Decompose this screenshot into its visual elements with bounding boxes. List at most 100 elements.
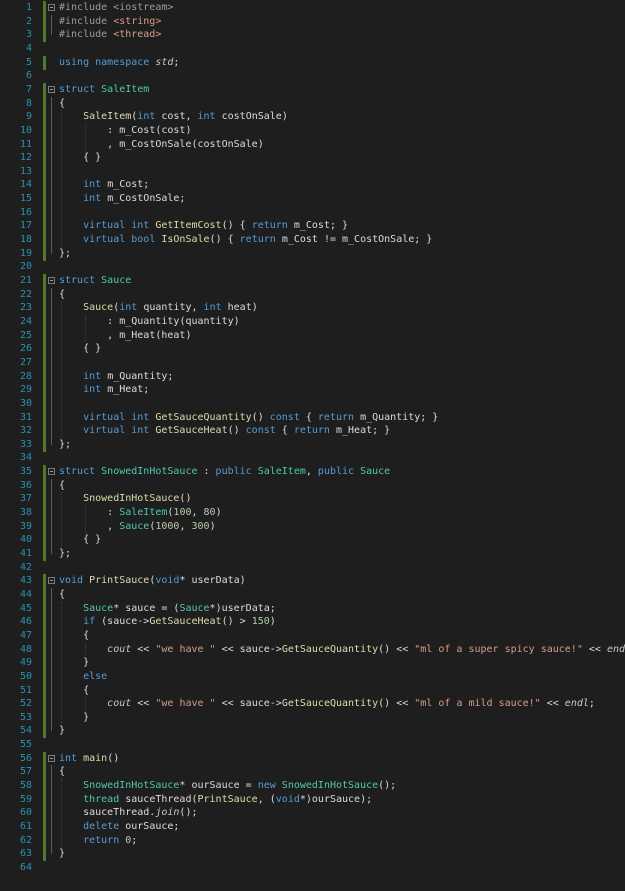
code-token: { <box>281 425 294 437</box>
code-line[interactable]: 18 virtual bool IsOnSale() { return m_Co… <box>0 233 625 248</box>
code-line[interactable]: 45 Sauce* sauce = (Sauce*)userData; <box>0 601 625 616</box>
code-line[interactable]: 27 <box>0 355 625 370</box>
code-line[interactable]: 38 : SaleItem(100, 80) <box>0 506 625 521</box>
code-line[interactable]: 31 virtual int GetSauceQuantity() const … <box>0 410 625 425</box>
code-line[interactable]: 8{ <box>0 96 625 111</box>
code-line[interactable]: 53 } <box>0 710 625 725</box>
code-line[interactable]: 57 { <box>0 765 625 780</box>
code-token: GetSauceHeat <box>149 616 222 628</box>
code-line[interactable]: 11 , m_CostOnSale(costOnSale) <box>0 137 625 152</box>
code-line[interactable]: 34 <box>0 451 625 465</box>
indent-guide <box>61 110 62 247</box>
code-token: : <box>59 507 120 519</box>
line-number: 9 <box>25 111 32 123</box>
code-line[interactable]: 28 int m_Quantity; <box>0 369 625 384</box>
change-marker <box>43 369 46 384</box>
change-marker <box>43 192 46 207</box>
collapse-toggle-icon[interactable] <box>48 4 55 11</box>
code-line[interactable]: 41}; <box>0 547 625 561</box>
code-line[interactable]: 15 int m_CostOnSale; <box>0 192 625 207</box>
code-line[interactable]: 4 <box>0 42 625 56</box>
code-line[interactable]: 17 virtual int GetItemCost() { return m_… <box>0 219 625 234</box>
code-line[interactable]: 54} <box>0 724 625 739</box>
code-line[interactable]: 5 using namespace std; <box>0 55 625 70</box>
code-line[interactable]: 30 <box>0 396 625 411</box>
code-line[interactable]: 50 else <box>0 669 625 684</box>
fold-guide <box>51 233 52 248</box>
code-line[interactable]: 47 { <box>0 628 625 643</box>
code-line[interactable]: 62 return 0; <box>0 833 625 848</box>
code-line[interactable]: 56 int main() <box>0 751 625 766</box>
code-token: Sauce <box>119 520 150 532</box>
code-line[interactable]: 20 <box>0 260 625 274</box>
code-line[interactable]: 7 struct SaleItem <box>0 82 625 97</box>
line-number: 60 <box>19 807 32 819</box>
code-token: "we have " <box>155 643 216 655</box>
code-token: << sauce-> <box>215 698 282 710</box>
fold-guide <box>51 642 52 657</box>
change-marker <box>43 82 46 97</box>
code-line[interactable]: 32 virtual int GetSauceHeat() const { re… <box>0 424 625 439</box>
code-line[interactable]: 44 { <box>0 587 625 602</box>
code-line[interactable]: 16 <box>0 205 625 220</box>
code-line[interactable]: 3 #include <thread> <box>0 28 625 43</box>
code-line[interactable]: 6 <box>0 69 625 83</box>
code-line[interactable]: 43 void PrintSauce(void* userData) <box>0 574 625 589</box>
code-line[interactable]: 22 { <box>0 287 625 302</box>
code-line[interactable]: 14 int m_Cost; <box>0 178 625 193</box>
code-editor[interactable]: 1 #include <iostream> 2 #include <string> 3 #… <box>0 0 625 891</box>
collapse-toggle-icon[interactable] <box>48 468 55 476</box>
code-line[interactable]: 46 if (sauce->GetSauceHeat() > 150) <box>0 615 625 630</box>
code-line[interactable]: 39 , Sauce(1000, 300) <box>0 519 625 534</box>
code-line[interactable]: 42 <box>0 561 625 575</box>
fold-guide <box>51 765 52 780</box>
code-line[interactable]: 35 struct SnowedInHotSauce : public SaleI… <box>0 465 625 480</box>
code-line[interactable]: 26 { } <box>0 342 625 357</box>
code-line[interactable]: 40 { } <box>0 533 625 548</box>
code-line[interactable]: 29 int m_Heat; <box>0 383 625 398</box>
code-line[interactable]: 60 sauceThread.join(); <box>0 806 625 821</box>
code-line[interactable]: 21 struct Sauce <box>0 274 625 288</box>
code-text: struct Sauce <box>59 274 131 288</box>
code-token: public <box>215 466 258 478</box>
change-marker <box>43 1 46 15</box>
code-line[interactable]: 25 , m_Heat(heat) <box>0 328 625 343</box>
code-line[interactable]: 51 { <box>0 683 625 698</box>
code-line[interactable]: 23 Sauce(int quantity, int heat) <box>0 301 625 316</box>
collapse-toggle-icon[interactable] <box>48 85 55 93</box>
collapse-toggle-icon[interactable] <box>48 577 55 585</box>
code-line[interactable]: 63} <box>0 847 625 862</box>
code-line[interactable]: 58 SnowedInHotSauce* ourSauce = new Snow… <box>0 779 625 794</box>
code-line[interactable]: 52 cout << "we have " << sauce->GetSauce… <box>0 697 625 712</box>
code-line[interactable]: 59 thread sauceThread(PrintSauce, (void*… <box>0 792 625 807</box>
collapse-toggle-icon[interactable] <box>48 754 55 762</box>
code-line[interactable]: 1 #include <iostream> <box>0 1 625 15</box>
code-token: else <box>83 670 108 682</box>
code-token: int <box>83 193 108 205</box>
code-line[interactable]: 2 #include <string> <box>0 14 625 29</box>
code-line[interactable]: 24 : m_Quantity(quantity) <box>0 314 625 329</box>
code-token: m_Cost; } <box>293 220 349 232</box>
code-token: quantity, <box>143 302 204 314</box>
code-line[interactable]: 64 <box>0 861 625 875</box>
line-number: 11 <box>19 138 32 150</box>
code-line[interactable]: 48 cout << "we have " << sauce->GetSauce… <box>0 642 625 657</box>
collapse-toggle-icon[interactable] <box>48 277 55 284</box>
fold-guide <box>51 547 52 554</box>
code-line[interactable]: 33}; <box>0 437 625 452</box>
code-line[interactable]: 55 <box>0 738 625 752</box>
code-line[interactable]: 49 } <box>0 656 625 671</box>
code-line[interactable]: 13 <box>0 164 625 179</box>
code-token: 100 <box>173 507 192 519</box>
code-line[interactable]: 37 SnowedInHotSauce() <box>0 492 625 507</box>
code-line[interactable]: 9 SaleItem(int cost, int costOnSale) <box>0 110 625 125</box>
code-line[interactable]: 12 { } <box>0 151 625 166</box>
code-token: int <box>83 384 108 396</box>
code-line[interactable]: 19}; <box>0 246 625 261</box>
code-line[interactable]: 10 : m_Cost(cost) <box>0 123 625 138</box>
code-token: , ( <box>257 793 276 805</box>
code-line[interactable]: 36 { <box>0 478 625 493</box>
code-line[interactable]: 61 delete ourSauce; <box>0 820 625 834</box>
